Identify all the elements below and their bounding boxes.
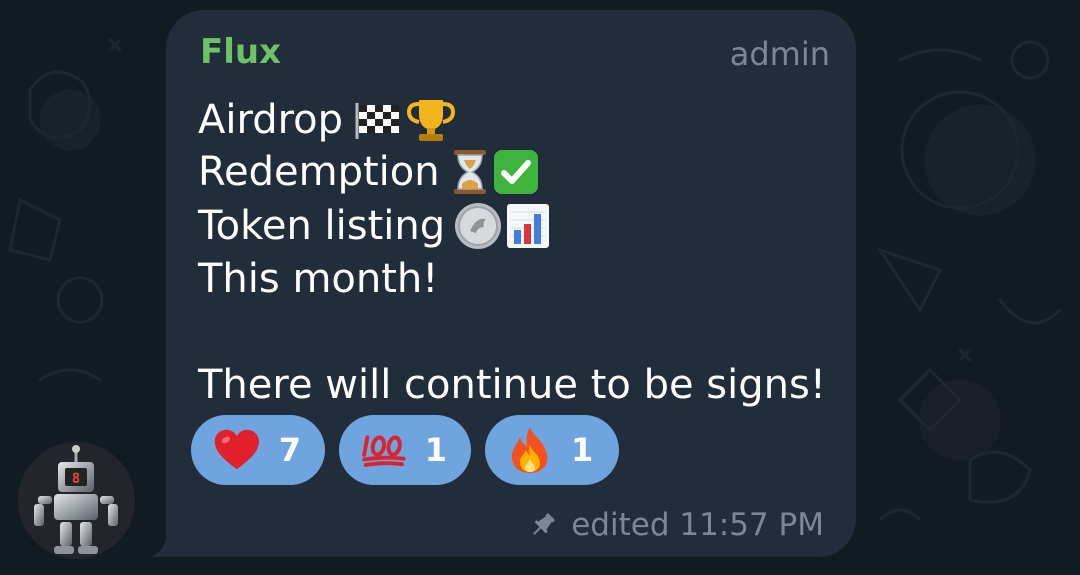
- sender-name[interactable]: Flux: [200, 30, 281, 74]
- reaction-count: 1: [571, 431, 594, 469]
- message-line: Airdrop: [198, 94, 457, 146]
- message-line: There will continue to be signs!: [198, 359, 826, 411]
- hundred-points-icon: [362, 435, 406, 467]
- message-line: Token listing: [198, 200, 551, 252]
- sender-role-badge: admin: [729, 35, 830, 73]
- red-heart-icon: [214, 429, 259, 470]
- pin-icon: [533, 513, 555, 535]
- message-line: This month!: [198, 253, 438, 305]
- check-mark-button-icon: [493, 150, 538, 194]
- message-line-text: Redemption: [198, 149, 440, 195]
- reactions-bar: 7 1 1: [191, 415, 619, 485]
- reaction-heart[interactable]: 7: [191, 415, 325, 485]
- message-footer: edited 11:57 PM: [529, 507, 824, 543]
- hourglass-icon: [453, 150, 486, 194]
- trophy-icon: [407, 100, 456, 141]
- bar-chart-icon: [507, 204, 550, 248]
- reaction-fire[interactable]: 1: [485, 415, 619, 485]
- message-line-text: Token listing: [198, 203, 446, 249]
- sender-avatar[interactable]: 8: [18, 442, 135, 559]
- message-bubble[interactable]: Flux admin Airdrop Redemption Token list…: [166, 10, 856, 557]
- message-line-text: Airdrop: [198, 97, 344, 143]
- message-line-text: There will continue to be signs!: [198, 362, 826, 408]
- reaction-count: 1: [424, 431, 447, 469]
- robot-avatar-icon: 8: [18, 442, 135, 559]
- coin-icon: [455, 203, 502, 249]
- reaction-count: 7: [278, 431, 301, 469]
- reaction-hundred[interactable]: 1: [339, 415, 471, 485]
- checkered-flag-icon: [355, 103, 400, 139]
- message-line: Redemption: [198, 146, 540, 198]
- message-status: edited 11:57 PM: [571, 507, 824, 543]
- svg-text:8: 8: [72, 471, 80, 487]
- fire-icon: [511, 427, 548, 473]
- message-line-text: This month!: [198, 256, 439, 302]
